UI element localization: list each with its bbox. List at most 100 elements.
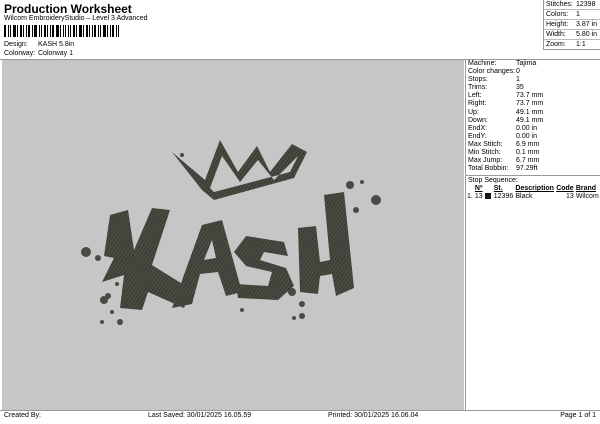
info-label: Color changes:: [468, 68, 516, 76]
stat-row: Colors: 1: [544, 10, 600, 20]
info-value: Tajima: [516, 60, 537, 67]
row-stitches: 12396: [493, 193, 514, 201]
barcode-bar: [31, 25, 33, 37]
colorway-row: Colorway: Colorway 1: [4, 50, 73, 57]
barcode: [4, 25, 120, 37]
info-row: Trims: 35: [466, 84, 600, 92]
info-label: Stops:: [468, 76, 488, 84]
info-label: Down:: [468, 116, 488, 124]
info-label: EndY:: [468, 132, 487, 140]
colorway-label: Colorway:: [4, 50, 36, 57]
info-value: 0.1 mm: [516, 149, 540, 157]
info-value: 0.00 in: [516, 124, 538, 132]
barcode-bar: [110, 25, 112, 37]
stat-value: 1:1: [576, 41, 586, 48]
barcode-bar: [16, 25, 18, 37]
design-value: KASH 5.8in: [38, 41, 75, 48]
stat-value: 3.87 in: [576, 21, 598, 28]
column-header: Brand: [575, 185, 597, 193]
stop-sequence-title: Stop Sequence:: [468, 177, 518, 185]
design-row: Design: KASH 5.8in: [4, 41, 74, 48]
barcode-bar: [98, 25, 100, 37]
info-row: EndX: 0.00 in: [466, 125, 600, 133]
barcode-bar: [59, 25, 61, 37]
divider: [0, 410, 600, 411]
info-value: 73.7 mm: [516, 100, 544, 108]
software-subtitle: Wilcom EmbroideryStudio – Level 3 Advanc…: [4, 15, 148, 22]
barcode-bar: [25, 25, 27, 37]
barcode-bar: [86, 25, 89, 37]
row-description: Black: [515, 193, 533, 201]
barcode-bar: [22, 25, 24, 37]
row-brand: Wilcom: [575, 193, 599, 201]
info-row: Left: 73.7 mm: [466, 92, 600, 100]
barcode-bar: [49, 25, 51, 37]
letter-s: [234, 236, 294, 300]
info-row: Min Stitch: 0.1 mm: [466, 149, 600, 157]
last-saved: Last Saved: 30/01/2025 16.05.59: [148, 412, 252, 419]
design-label: Design:: [4, 41, 28, 48]
barcode-bar: [7, 25, 9, 37]
table-row: 1. 13 12396 Black 13 Wilcom: [466, 193, 600, 201]
barcode-bar: [89, 25, 91, 37]
info-label: Min Stitch:: [468, 149, 501, 157]
barcode-bar: [38, 25, 40, 37]
printed-date: Printed: 30/01/2025 16.06.04: [328, 412, 419, 419]
stat-label: Colors:: [546, 11, 569, 18]
info-label: Trims:: [468, 84, 488, 92]
info-row: Color changes: 0: [466, 68, 600, 76]
info-value: 97.29ft: [516, 165, 538, 173]
thread-color-swatch: [484, 193, 491, 200]
stat-value: 5.80 in: [576, 31, 598, 38]
info-row: EndY: 0.00 in: [466, 133, 600, 141]
barcode-bar: [46, 25, 48, 37]
barcode-bar: [64, 25, 67, 37]
barcode-bar: [43, 25, 46, 37]
stats-box: Stitches: 12398 Colors: 1 Height: 3.87 in W…: [543, 0, 600, 50]
info-value: 73.7 mm: [516, 92, 544, 100]
barcode-bar: [27, 25, 30, 37]
stat-row: Width: 5.80 in: [544, 30, 600, 40]
info-label: Max Jump:: [468, 157, 503, 165]
column-header: St.: [493, 185, 503, 193]
letter-a: [172, 220, 242, 308]
barcode-bar: [112, 25, 115, 37]
barcode-bar: [62, 25, 64, 37]
info-value: 49.1 mm: [516, 116, 544, 124]
info-label: Left:: [468, 92, 482, 100]
stat-label: Width:: [546, 31, 566, 38]
info-label: Up:: [468, 108, 479, 116]
stat-row: Stitches: 12398: [544, 0, 600, 10]
barcode-bar: [19, 25, 22, 37]
letter-h: [298, 192, 354, 296]
barcode-bar: [4, 25, 6, 37]
info-value: 35: [516, 84, 524, 92]
barcode-bar: [118, 25, 120, 37]
barcode-bar: [83, 25, 85, 37]
row-number: 13: [474, 193, 493, 201]
production-worksheet: Production Worksheet Wilcom EmbroiderySt…: [0, 0, 600, 424]
barcode-bar: [116, 25, 118, 37]
column-header: Code: [556, 185, 574, 193]
barcode-bar: [107, 25, 109, 37]
page-title: Production Worksheet: [4, 2, 132, 16]
barcode-bar: [51, 25, 54, 37]
barcode-bar: [79, 25, 83, 37]
info-value: 0: [516, 68, 520, 76]
stat-label: Height:: [546, 21, 569, 28]
barcode-bar: [76, 25, 78, 37]
stat-label: Zoom:: [546, 41, 566, 48]
barcode-bar: [12, 25, 16, 37]
barcode-bar: [103, 25, 107, 37]
column-header: Description: [515, 185, 554, 193]
barcode-bar: [9, 25, 11, 37]
embroidery-design-artwork: [81, 140, 381, 325]
stat-row: Height: 3.87 in: [544, 20, 600, 30]
stat-value: 1: [576, 11, 580, 18]
info-row: Machine: Tajima: [466, 60, 600, 68]
info-value: 0.00 in: [516, 132, 538, 140]
page-number: Page 1 of 1: [560, 412, 596, 419]
column-header: [466, 185, 474, 193]
row-index: 1.: [467, 193, 473, 201]
info-row: Max Jump: 6.7 mm: [466, 157, 600, 165]
